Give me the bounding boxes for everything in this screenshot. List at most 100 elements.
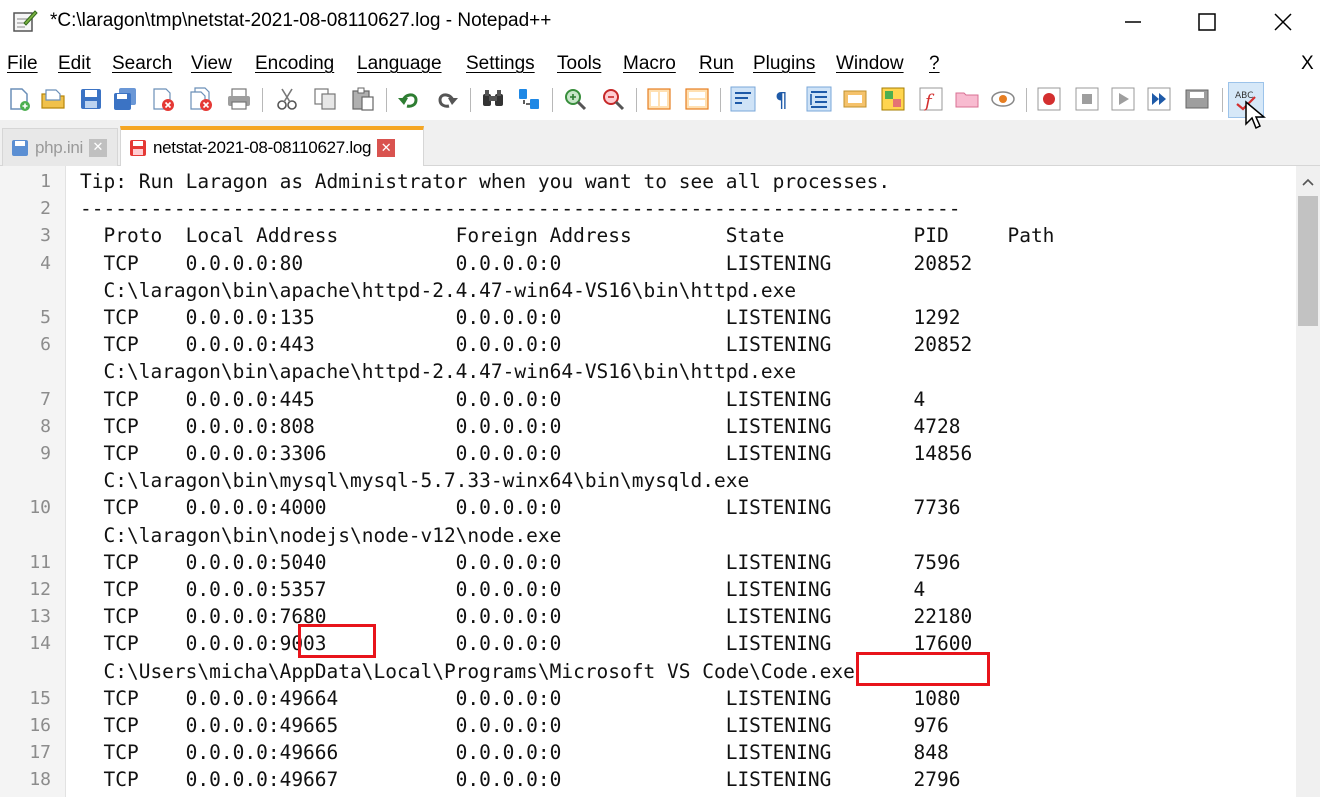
- code-line: C:\laragon\bin\apache\httpd-2.4.47-win64…: [80, 278, 797, 302]
- menu-settings[interactable]: Settings: [466, 53, 535, 75]
- line-number: 10: [29, 497, 51, 519]
- code-line: TCP 0.0.0.0:443 0.0.0.0:0 LISTENING 2085…: [80, 333, 973, 357]
- line-number: 8: [40, 415, 51, 437]
- svg-text:¶: ¶: [775, 88, 788, 112]
- function-list-icon[interactable]: f: [918, 86, 944, 112]
- show-all-chars-icon[interactable]: ¶: [768, 86, 794, 112]
- user-lang-icon[interactable]: [842, 86, 868, 112]
- save-icon[interactable]: [78, 86, 104, 112]
- menu-plugins[interactable]: Plugins: [753, 53, 815, 75]
- line-number: 9: [40, 443, 51, 464]
- editor[interactable]: 1 2 3 4 5 6 7 8 9 10 11 12 13 14 15 16 17 18 Tip: Run Lar…: [0, 166, 1296, 797]
- toolbar-separator: [1026, 88, 1027, 112]
- toolbar-separator: [386, 88, 387, 112]
- zoom-out-icon[interactable]: [600, 86, 626, 112]
- code-line: TCP 0.0.0.0:4000 0.0.0.0:0 LISTENING 773…: [80, 496, 961, 520]
- close-button[interactable]: [1244, 0, 1320, 44]
- code-line: TCP 0.0.0.0:3306 0.0.0.0:0 LISTENING 148…: [80, 442, 973, 465]
- minimize-button[interactable]: [1094, 0, 1172, 44]
- menu-macro[interactable]: Macro: [623, 53, 676, 75]
- menu-tools[interactable]: Tools: [557, 53, 601, 75]
- menu-encoding[interactable]: Encoding: [255, 53, 334, 75]
- open-file-icon[interactable]: [40, 86, 66, 112]
- toolbar-separator: [636, 88, 637, 112]
- toolbar-separator: [262, 88, 263, 112]
- code-line: TCP 0.0.0.0:135 0.0.0.0:0 LISTENING 1292: [80, 306, 961, 329]
- line-number: 4: [40, 252, 51, 274]
- toolbar-separator: [1222, 88, 1223, 112]
- saved-file-icon: [12, 139, 28, 156]
- line-number: 12: [29, 579, 51, 600]
- tab-close-icon[interactable]: ✕: [89, 138, 107, 157]
- copy-icon[interactable]: [312, 86, 338, 112]
- toolbar-separator: [470, 88, 471, 112]
- line-number: 5: [40, 307, 51, 328]
- toolbar: ¶ f ABC: [0, 80, 1320, 120]
- vertical-scrollbar[interactable]: [1296, 166, 1320, 797]
- code-line: TCP 0.0.0.0:80 0.0.0.0:0 LISTENING 20852: [80, 251, 973, 275]
- new-file-icon[interactable]: [6, 86, 32, 112]
- line-number-gutter: 1 2 3 4 5 6 7 8 9 10 11 12 13 14 15 16 17 18: [0, 166, 66, 797]
- code-line: TCP 0.0.0.0:7680 0.0.0.0:0 LISTENING 221…: [80, 605, 973, 629]
- save-macro-icon[interactable]: [1184, 86, 1210, 112]
- minimize-icon: [1125, 21, 1141, 23]
- monitoring-icon[interactable]: [990, 86, 1016, 112]
- scroll-thumb[interactable]: [1298, 196, 1318, 326]
- unsaved-file-icon: [130, 140, 146, 156]
- word-wrap-icon[interactable]: [730, 86, 756, 112]
- menu-language[interactable]: Language: [357, 53, 442, 75]
- undo-icon[interactable]: [396, 86, 422, 112]
- tab-bar: php.ini ✕ netstat-2021-08-08110627.log ✕: [0, 120, 1320, 166]
- stop-macro-icon[interactable]: [1074, 86, 1100, 112]
- run-macro-multiple-icon[interactable]: [1146, 86, 1172, 112]
- menu-help[interactable]: ?: [929, 53, 940, 75]
- find-icon[interactable]: [480, 86, 506, 112]
- title-bar: *C:\laragon\tmp\netstat-2021-08-08110627…: [0, 0, 1320, 44]
- zoom-in-icon[interactable]: [562, 86, 588, 112]
- tab-close-icon[interactable]: ✕: [377, 139, 396, 157]
- line-number: 2: [40, 198, 51, 220]
- code-line: C:\laragon\bin\mysql\mysql-5.7.33-winx64…: [80, 469, 750, 493]
- text-area[interactable]: Tip: Run Laragon as Administrator when y…: [80, 166, 1290, 797]
- menu-run[interactable]: Run: [699, 53, 734, 75]
- close-icon[interactable]: [150, 86, 176, 112]
- line-number: 6: [40, 334, 51, 356]
- line-number: 17: [29, 742, 51, 764]
- sync-horizontal-icon[interactable]: [684, 86, 710, 112]
- folder-workspace-icon[interactable]: [954, 86, 980, 112]
- code-line: C:\Users\micha\AppData\Local\Programs\Mi…: [80, 659, 855, 683]
- menu-window[interactable]: Window: [836, 53, 904, 75]
- save-all-icon[interactable]: [112, 86, 138, 112]
- record-macro-icon[interactable]: [1036, 86, 1062, 112]
- redo-icon[interactable]: [434, 86, 460, 112]
- indent-guide-icon[interactable]: [806, 86, 832, 112]
- menu-search[interactable]: Search: [112, 53, 172, 75]
- tab-netstat-log[interactable]: netstat-2021-08-08110627.log ✕: [120, 126, 424, 166]
- scroll-up-button[interactable]: [1296, 172, 1320, 192]
- line-number: 13: [29, 606, 51, 628]
- line-number: 14: [29, 633, 51, 655]
- code-line: C:\laragon\bin\nodejs\node-v12\node.exe: [80, 523, 562, 547]
- menu-file[interactable]: File: [7, 53, 38, 75]
- chevron-up-icon: [1302, 178, 1314, 186]
- window-title: *C:\laragon\tmp\netstat-2021-08-08110627…: [50, 10, 552, 31]
- tab-php-ini[interactable]: php.ini ✕: [2, 128, 118, 166]
- close-all-icon[interactable]: [188, 86, 214, 112]
- print-icon[interactable]: [226, 86, 252, 112]
- line-number: 7: [40, 388, 51, 410]
- toolbar-separator: [720, 88, 721, 112]
- toolbar-separator: [552, 88, 553, 112]
- menu-view[interactable]: View: [191, 53, 232, 75]
- menu-edit[interactable]: Edit: [58, 53, 91, 75]
- doc-map-icon[interactable]: [880, 86, 906, 112]
- line-number: 15: [29, 687, 51, 709]
- paste-icon[interactable]: [350, 86, 376, 112]
- sync-vertical-icon[interactable]: [646, 86, 672, 112]
- cut-icon[interactable]: [274, 86, 300, 112]
- close-document-button[interactable]: X: [1301, 53, 1314, 75]
- maximize-button[interactable]: [1168, 0, 1246, 44]
- play-macro-icon[interactable]: [1110, 86, 1136, 112]
- code-line: TCP 0.0.0.0:49664 0.0.0.0:0 LISTENING 10…: [80, 686, 961, 710]
- replace-icon[interactable]: [516, 86, 542, 112]
- code-line: TCP 0.0.0.0:5040 0.0.0.0:0 LISTENING 759…: [80, 550, 961, 574]
